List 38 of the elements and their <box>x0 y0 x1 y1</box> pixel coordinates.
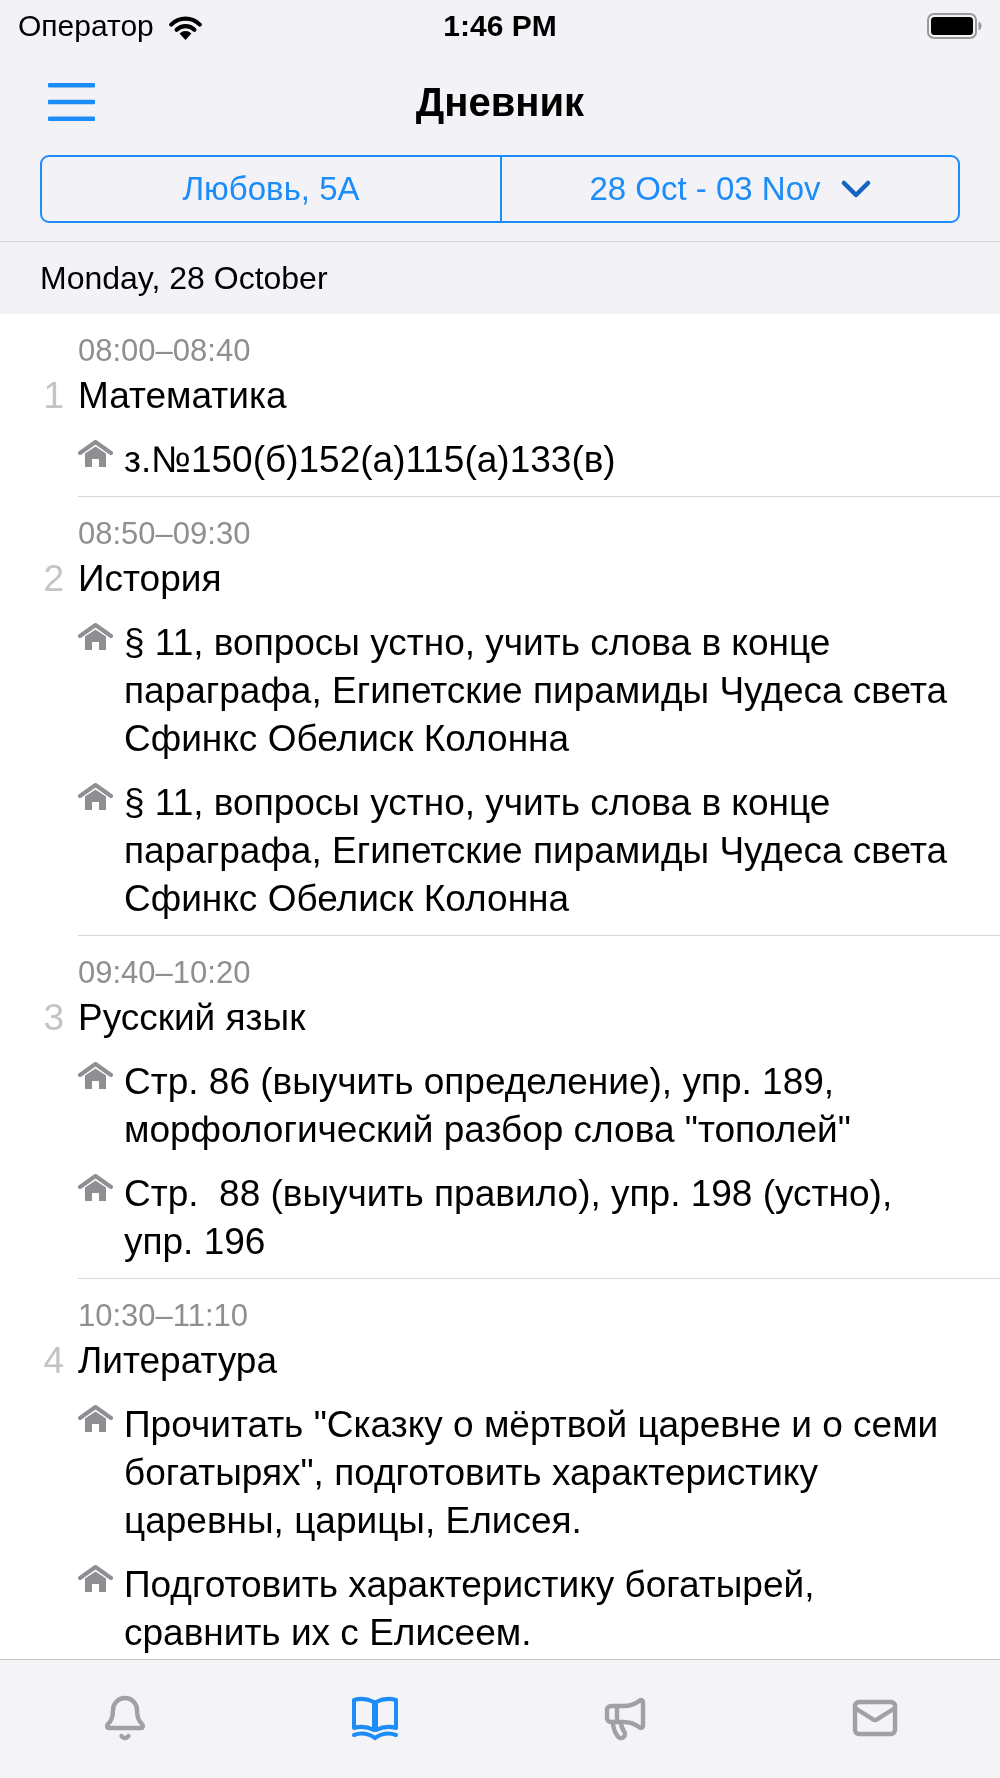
lesson-number: 4 <box>43 1340 64 1381</box>
homework-text: Прочитать "Сказку о мёртвой царевне и о семи богатырях", подготовить характеристику царевны, царицы, Елисея. <box>124 1403 940 1543</box>
homework-text: § 11, вопросы устно, учить слова в конце параграфа, Египетские пирамиды Чудеса света Сфинкс Обелиск Колонна <box>124 621 949 761</box>
house-icon <box>78 440 113 467</box>
house-icon <box>78 783 113 810</box>
day-title: Monday, 28 October <box>40 259 328 297</box>
lesson-number: 2 <box>43 558 64 599</box>
house-icon <box>78 623 113 650</box>
carrier-name: Оператор <box>18 9 154 43</box>
house-icon <box>78 1405 113 1432</box>
screen-title: Дневник <box>415 79 585 125</box>
lesson-time: 10:30–11:10 <box>78 1298 249 1334</box>
open-book-icon <box>351 1694 399 1742</box>
tab-button[interactable] <box>351 1694 399 1742</box>
homework-text: Стр. 88 (выучить правило), упр. 198 (устно), упр. 196 <box>124 1172 894 1264</box>
homework-text: § 11, вопросы устно, учить слова в конце параграфа, Египетские пирамиды Чудеса света Сфинкс Обелиск Колонна <box>124 781 949 921</box>
lesson-subject: История <box>78 557 222 601</box>
chevron-down-icon <box>840 179 871 199</box>
lesson-number: 3 <box>43 997 64 1038</box>
house-icon <box>78 1174 113 1201</box>
homework-text: Стр. 86 (выучить определение), упр. 189, морфологический разбор слова "тополей" <box>124 1060 852 1152</box>
homework-text: з.№150(б)152(а)115(а)133(в) <box>124 438 617 482</box>
lesson-time: 08:50–09:30 <box>78 516 251 552</box>
student-class-button[interactable]: Любовь, 5А <box>42 157 500 221</box>
lesson-time: 09:40–10:20 <box>78 955 251 991</box>
lesson-subject: Математика <box>78 374 287 418</box>
homework-text: Подготовить характеристику богатырей, сравнить их с Елисеем. <box>124 1563 816 1655</box>
house-icon <box>78 1062 113 1089</box>
lesson-number: 1 <box>43 375 64 416</box>
battery-icon <box>927 13 982 39</box>
menu-icon <box>48 83 95 121</box>
lesson-subject: Литература <box>78 1339 277 1383</box>
status-time: 1:46 PM <box>443 9 557 43</box>
lesson-time: 08:00–08:40 <box>78 333 251 369</box>
lesson-subject: Русский язык <box>78 996 306 1040</box>
menu-button[interactable] <box>48 83 95 121</box>
house-icon <box>78 1565 113 1592</box>
date-range-button[interactable]: 28 Oct - 03 Nov <box>500 157 958 221</box>
